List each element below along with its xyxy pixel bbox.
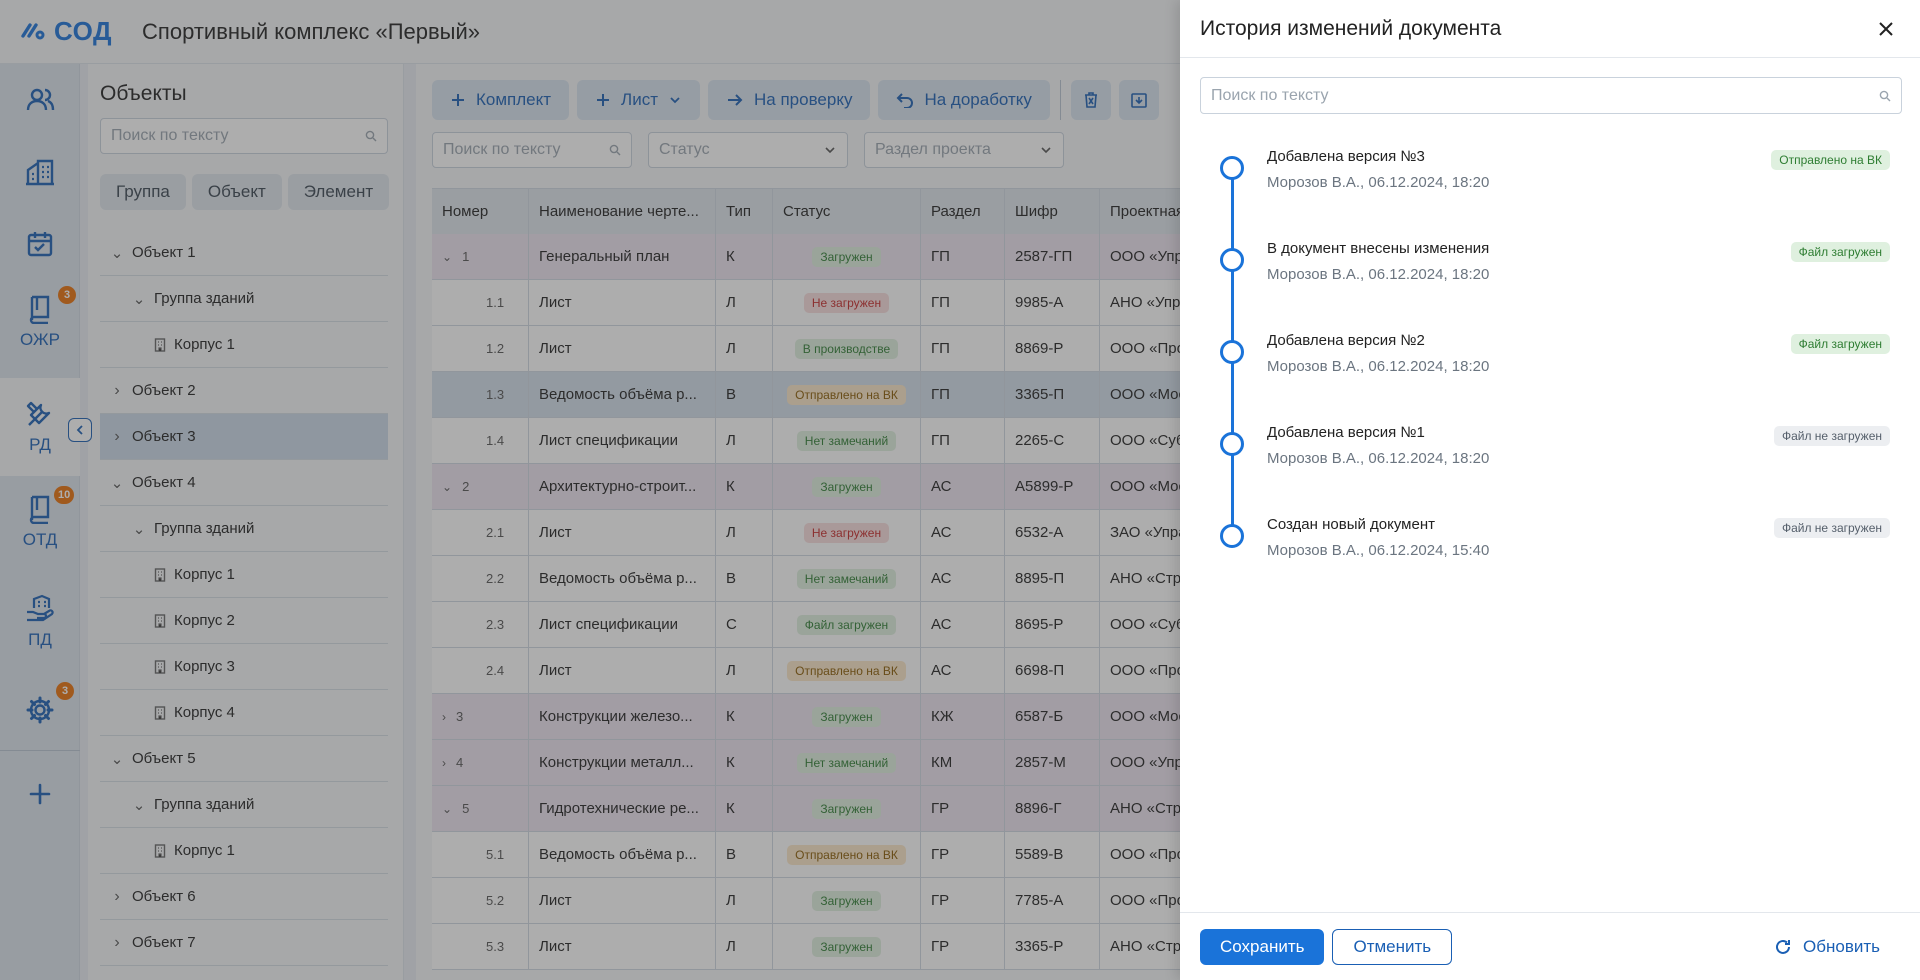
- search-placeholder: Поиск по тексту: [1211, 86, 1329, 104]
- status-badge: Отправлено на ВК: [1771, 150, 1890, 170]
- status-badge: Файл не загружен: [1773, 518, 1890, 538]
- history-search-input[interactable]: Поиск по тексту: [1200, 77, 1902, 114]
- status-badge: Файл загружен: [1790, 242, 1890, 262]
- status-badge: Файл не загружен: [1773, 426, 1890, 446]
- history-timeline: Добавлена версия №3 Морозов В.А., 06.12.2…: [1200, 140, 1900, 600]
- timeline-dot: [1220, 248, 1244, 272]
- history-item-meta: Морозов В.А., 06.12.2024, 15:40: [1267, 542, 1490, 559]
- history-item[interactable]: Добавлена версия №1 Морозов В.А., 06.12.2…: [1200, 416, 1900, 508]
- history-item-title: В документ внесены изменения: [1267, 240, 1490, 257]
- history-item-meta: Морозов В.А., 06.12.2024, 18:20: [1267, 450, 1490, 467]
- refresh-label: Обновить: [1803, 936, 1880, 956]
- timeline-dot: [1220, 156, 1244, 180]
- history-item[interactable]: Добавлена версия №3 Морозов В.А., 06.12.2…: [1200, 140, 1900, 232]
- history-item[interactable]: В документ внесены изменения Морозов В.А.…: [1200, 232, 1900, 324]
- history-item-meta: Морозов В.А., 06.12.2024, 18:20: [1267, 174, 1490, 191]
- refresh-button[interactable]: Обновить: [1773, 937, 1880, 957]
- status-badge: Файл загружен: [1790, 334, 1890, 354]
- history-item-title: Добавлена версия №2: [1267, 332, 1425, 349]
- history-item[interactable]: Добавлена версия №2 Морозов В.А., 06.12.2…: [1200, 324, 1900, 416]
- history-item-meta: Морозов В.А., 06.12.2024, 18:20: [1267, 358, 1490, 375]
- close-icon: [1879, 21, 1893, 36]
- history-item-title: Добавлена версия №1: [1267, 424, 1425, 441]
- drawer-header: История изменений документа: [1180, 0, 1920, 58]
- history-item-title: Добавлена версия №3: [1267, 148, 1425, 165]
- timeline-dot: [1220, 340, 1244, 364]
- refresh-icon: [1776, 939, 1791, 954]
- close-button[interactable]: [1872, 15, 1900, 43]
- drawer-footer: Сохранить Отменить Обновить: [1180, 912, 1920, 980]
- history-item-title: Создан новый документ: [1267, 516, 1435, 533]
- history-item[interactable]: Создан новый документ Морозов В.А., 06.12…: [1200, 508, 1900, 600]
- save-button[interactable]: Сохранить: [1200, 928, 1325, 965]
- history-item-meta: Морозов В.А., 06.12.2024, 18:20: [1267, 266, 1490, 283]
- cancel-button[interactable]: Отменить: [1332, 928, 1453, 965]
- modal-overlay[interactable]: [0, 0, 1180, 980]
- timeline-dot: [1220, 524, 1244, 548]
- search-icon: [1879, 90, 1891, 101]
- drawer-title: История изменений документа: [1200, 16, 1502, 40]
- timeline-dot: [1220, 432, 1244, 456]
- history-drawer: История изменений документа Поиск по тек…: [1180, 0, 1920, 980]
